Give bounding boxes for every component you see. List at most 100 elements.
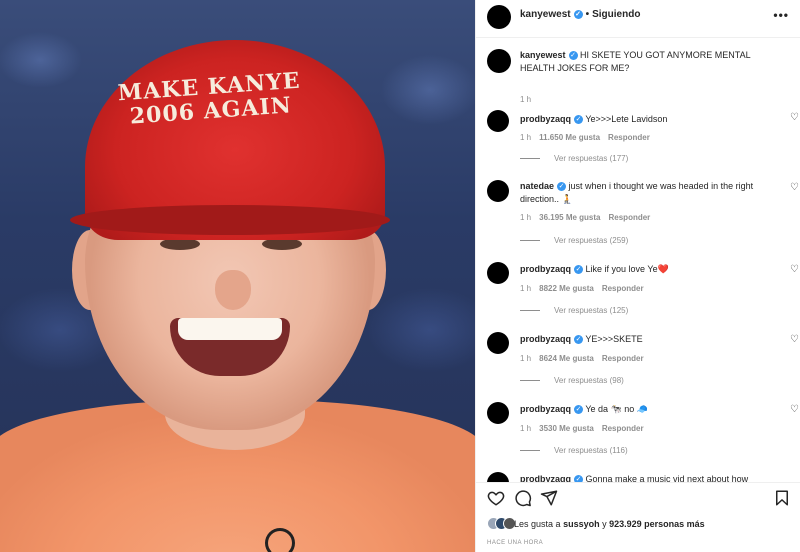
- comment-meta: 1 h 11.650 Me gusta Responder: [520, 133, 658, 142]
- comment-username[interactable]: prodbyzaqq: [520, 334, 571, 344]
- comment-likes[interactable]: 8624 Me gusta: [539, 354, 594, 363]
- comment-body: prodbyzaqq ✓ Ye>>>Lete Lavidson: [520, 113, 770, 126]
- author-avatar[interactable]: [487, 5, 511, 29]
- verified-icon: ✓: [574, 405, 583, 415]
- reply-button[interactable]: Responder: [602, 284, 644, 293]
- comment-meta: 1 h 8822 Me gusta Responder: [520, 284, 652, 293]
- view-replies[interactable]: Ver respuestas (116): [520, 446, 628, 455]
- liker-username[interactable]: sussyoh: [563, 519, 600, 529]
- comment-meta: 1 h 8624 Me gusta Responder: [520, 354, 652, 363]
- replies-line: [520, 240, 540, 242]
- comment-text: Ye>>>Lete Lavidson: [585, 114, 668, 124]
- post-side-panel: kanyewest ✓ • Siguiendo ••• kanyewest ✓ HI S…: [475, 0, 800, 552]
- commenter-avatar[interactable]: [487, 180, 509, 202]
- more-options-icon[interactable]: •••: [773, 8, 789, 22]
- likes-summary: Les gusta a sussyoh y 923.929 personas m…: [514, 519, 705, 529]
- caption-time[interactable]: 1 h: [520, 95, 531, 104]
- bookmark-icon[interactable]: [773, 489, 791, 507]
- comment-time[interactable]: 1 h: [520, 424, 531, 433]
- comment-likes[interactable]: 3530 Me gusta: [539, 424, 594, 433]
- caption-body: kanyewest ✓ HI SKETE YOU GOT ANYMORE MENT…: [520, 49, 785, 75]
- comment-like-icon[interactable]: ♡: [790, 334, 799, 345]
- replies-line: [520, 450, 540, 452]
- verified-icon: ✓: [574, 115, 583, 125]
- comment-body: prodbyzaqq ✓ Like if you love Ye❤️: [520, 263, 770, 276]
- comment-meta: 1 h 3530 Me gusta Responder: [520, 424, 652, 433]
- view-replies[interactable]: Ver respuestas (125): [520, 306, 628, 315]
- comment-likes[interactable]: 36.195 Me gusta: [539, 213, 600, 222]
- comment-username[interactable]: prodbyzaqq: [520, 404, 571, 414]
- view-replies-label[interactable]: Ver respuestas (259): [554, 236, 628, 245]
- view-replies-label[interactable]: Ver respuestas (125): [554, 306, 628, 315]
- commenter-avatar[interactable]: [487, 402, 509, 424]
- header-user-line: kanyewest ✓ • Siguiendo: [520, 9, 640, 20]
- image-nose: [215, 270, 251, 310]
- commenter-avatar[interactable]: [487, 262, 509, 284]
- comment-time[interactable]: 1 h: [520, 284, 531, 293]
- comment-username[interactable]: natedae: [520, 181, 554, 191]
- verified-icon: ✓: [574, 335, 583, 345]
- verified-icon: ✓: [573, 9, 583, 19]
- view-replies[interactable]: Ver respuestas (98): [520, 376, 624, 385]
- caption-avatar[interactable]: [487, 49, 511, 73]
- comment-like-icon[interactable]: ♡: [790, 182, 799, 193]
- comment-icon[interactable]: [514, 489, 532, 507]
- replies-line: [520, 310, 540, 312]
- reply-button[interactable]: Responder: [608, 133, 650, 142]
- comment-body: prodbyzaqq ✓ Gonna make a music vid next …: [520, 473, 770, 482]
- comment-time[interactable]: 1 h: [520, 354, 531, 363]
- comment-likes[interactable]: 11.650 Me gusta: [539, 133, 600, 142]
- reply-button[interactable]: Responder: [602, 354, 644, 363]
- comment-time[interactable]: 1 h: [520, 213, 531, 222]
- post-timestamp[interactable]: HACE UNA HORA: [487, 540, 543, 546]
- commenter-avatar[interactable]: [487, 332, 509, 354]
- comment-text: YE>>>SKETE: [585, 334, 643, 344]
- likes-prefix: Les gusta a: [514, 519, 561, 529]
- caption-username[interactable]: kanyewest: [520, 50, 566, 60]
- likes-count[interactable]: 923.929 personas más: [609, 519, 705, 529]
- replies-line: [520, 158, 540, 160]
- comment-body: natedae ✓ just when i thought we was head…: [520, 180, 770, 206]
- following-button[interactable]: Siguiendo: [592, 9, 640, 20]
- post-image[interactable]: MAKE KANYE 2006 AGAIN: [0, 0, 475, 552]
- image-cap-brim: [70, 205, 390, 235]
- comment-body: prodbyzaqq ✓ YE>>>SKETE: [520, 333, 770, 346]
- image-microphone-cord: [265, 528, 295, 552]
- verified-icon: ✓: [557, 182, 567, 192]
- view-replies[interactable]: Ver respuestas (177): [520, 154, 628, 163]
- view-replies[interactable]: Ver respuestas (259): [520, 236, 628, 245]
- reply-button[interactable]: Responder: [602, 424, 644, 433]
- likes-mid: y: [602, 519, 607, 529]
- comment-likes[interactable]: 8822 Me gusta: [539, 284, 594, 293]
- verified-icon: ✓: [568, 51, 578, 61]
- verified-icon: ✓: [574, 475, 583, 482]
- view-replies-label[interactable]: Ver respuestas (98): [554, 376, 624, 385]
- instagram-post-view: MAKE KANYE 2006 AGAIN kanyewest ✓ • Siguien…: [0, 0, 800, 552]
- post-actions: Les gusta a sussyoh y 923.929 personas m…: [476, 482, 800, 552]
- share-icon[interactable]: [540, 489, 558, 507]
- comment-meta: 1 h 36.195 Me gusta Responder: [520, 213, 658, 222]
- post-header: kanyewest ✓ • Siguiendo •••: [476, 0, 800, 38]
- comment-text: Like if you love Ye❤️: [585, 264, 669, 274]
- heart-icon[interactable]: [487, 489, 505, 507]
- comment-text: Ye da 🐄 no 🧢: [585, 404, 648, 414]
- comments-scroll[interactable]: kanyewest ✓ HI SKETE YOU GOT ANYMORE MENT…: [476, 38, 800, 482]
- comment-username[interactable]: prodbyzaqq: [520, 474, 571, 482]
- author-username[interactable]: kanyewest: [520, 9, 571, 20]
- separator-dot: •: [585, 9, 590, 20]
- comment-like-icon[interactable]: ♡: [790, 264, 799, 275]
- comment-username[interactable]: prodbyzaqq: [520, 114, 571, 124]
- commenter-avatar[interactable]: [487, 110, 509, 132]
- comment-username[interactable]: prodbyzaqq: [520, 264, 571, 274]
- comment-time[interactable]: 1 h: [520, 133, 531, 142]
- commenter-avatar[interactable]: [487, 472, 509, 482]
- view-replies-label[interactable]: Ver respuestas (116): [554, 446, 628, 455]
- comment-text: just when i thought we was headed in the…: [520, 181, 754, 204]
- comment-like-icon[interactable]: ♡: [790, 112, 799, 123]
- view-replies-label[interactable]: Ver respuestas (177): [554, 154, 628, 163]
- comment-body: prodbyzaqq ✓ Ye da 🐄 no 🧢: [520, 403, 770, 416]
- comment-like-icon[interactable]: ♡: [790, 404, 799, 415]
- replies-line: [520, 380, 540, 382]
- reply-button[interactable]: Responder: [609, 213, 651, 222]
- verified-icon: ✓: [574, 265, 583, 275]
